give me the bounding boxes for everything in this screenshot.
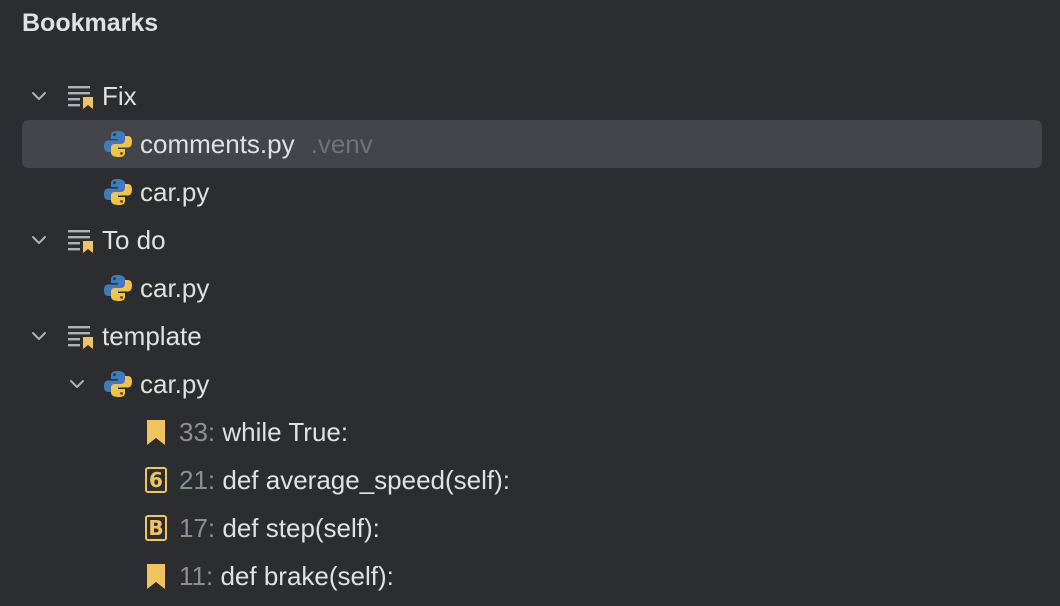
mnemonic-bookmark-icon: B bbox=[141, 513, 171, 543]
file-row-car[interactable]: car.py bbox=[0, 360, 1060, 408]
file-label: comments.py .venv bbox=[140, 129, 373, 160]
bookmarks-tree: Fix comments.py .venv car.py To do car.p… bbox=[0, 72, 1060, 600]
code-snippet: def brake(self): bbox=[220, 560, 394, 591]
chevron-down-icon[interactable] bbox=[28, 85, 50, 107]
bookmark-flag-icon bbox=[141, 561, 171, 591]
bookmark-row[interactable]: 11: def brake(self): bbox=[0, 552, 1060, 600]
file-row-car[interactable]: car.py bbox=[0, 264, 1060, 312]
file-name: car.py bbox=[140, 368, 210, 399]
bookmark-line: 33: while True: bbox=[179, 417, 348, 448]
chevron-down-icon[interactable] bbox=[28, 325, 50, 347]
code-snippet: while True: bbox=[222, 416, 349, 447]
panel-title: Bookmarks bbox=[22, 9, 159, 37]
bookmark-flag-icon bbox=[141, 417, 171, 447]
bookmark-line: 11: def brake(self): bbox=[179, 561, 394, 592]
group-label: template bbox=[102, 320, 202, 351]
python-file-icon bbox=[103, 273, 133, 303]
mnemonic-label: B bbox=[145, 515, 167, 541]
bookmark-list-icon bbox=[66, 321, 96, 351]
line-number: 21: bbox=[179, 464, 216, 495]
line-number: 33: bbox=[179, 416, 216, 447]
chevron-down-icon[interactable] bbox=[66, 373, 88, 395]
bookmark-list-icon bbox=[66, 81, 96, 111]
bookmark-list-icon bbox=[66, 225, 96, 255]
mnemonic-bookmark-icon: 6 bbox=[141, 465, 171, 495]
file-location-hint: .venv bbox=[310, 128, 373, 159]
line-number: 11: bbox=[179, 560, 214, 591]
code-snippet: def step(self): bbox=[222, 512, 380, 543]
group-row-fix[interactable]: Fix bbox=[0, 72, 1060, 120]
bookmark-row[interactable]: 6 21: def average_speed(self): bbox=[0, 456, 1060, 504]
group-row-template[interactable]: template bbox=[0, 312, 1060, 360]
group-label: To do bbox=[102, 224, 166, 255]
python-file-icon bbox=[103, 369, 133, 399]
line-number: 17: bbox=[179, 512, 216, 543]
file-name: comments.py bbox=[140, 128, 295, 159]
file-row-car[interactable]: car.py bbox=[0, 168, 1060, 216]
bookmark-row[interactable]: 33: while True: bbox=[0, 408, 1060, 456]
file-name: car.py bbox=[140, 272, 210, 303]
file-row-comments[interactable]: comments.py .venv bbox=[0, 120, 1060, 168]
python-file-icon bbox=[103, 129, 133, 159]
bookmark-row[interactable]: B 17: def step(self): bbox=[0, 504, 1060, 552]
mnemonic-label: 6 bbox=[145, 467, 167, 493]
bookmark-line: 21: def average_speed(self): bbox=[179, 465, 510, 496]
code-snippet: def average_speed(self): bbox=[222, 464, 511, 495]
chevron-down-icon[interactable] bbox=[28, 229, 50, 251]
file-name: car.py bbox=[140, 176, 210, 207]
bookmark-line: 17: def step(self): bbox=[179, 513, 380, 544]
group-label: Fix bbox=[102, 80, 137, 111]
python-file-icon bbox=[103, 177, 133, 207]
group-row-to-do[interactable]: To do bbox=[0, 216, 1060, 264]
